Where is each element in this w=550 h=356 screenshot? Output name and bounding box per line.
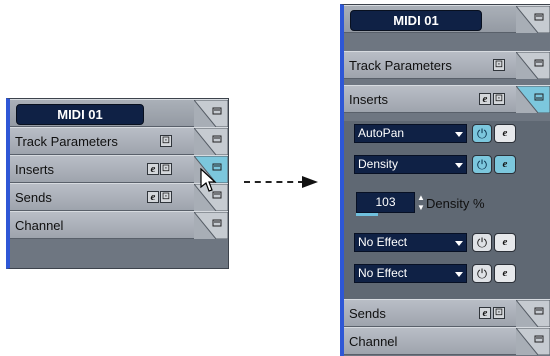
section-tab[interactable] xyxy=(194,212,228,239)
insert-slot-2-power-button[interactable]: ⏻ xyxy=(472,155,492,174)
insert-slot-4-edit-button[interactable]: e xyxy=(494,264,516,283)
insert-slot-effect: AutoPan xyxy=(358,126,405,140)
section-label: Channel xyxy=(349,334,398,349)
chevron-down-icon xyxy=(455,272,463,277)
section-inserts[interactable]: Inserts e ⊡ xyxy=(344,85,550,113)
inserts-panel: AutoPan ⏻ e Density ⏻ e 103 ▲ ▼ Density %… xyxy=(344,121,550,299)
section-label: Sends xyxy=(15,190,52,205)
bypass-icon[interactable]: ⊡ xyxy=(160,135,172,147)
section-tab[interactable] xyxy=(516,52,550,79)
collapse-tab[interactable] xyxy=(194,100,228,127)
insert-slot-4-power-button[interactable]: ⏻ xyxy=(472,264,492,283)
section-label: Inserts xyxy=(15,162,55,177)
edit-icon[interactable]: e xyxy=(147,191,159,203)
section-track-parameters[interactable]: Track Parameters ⊡ xyxy=(10,127,228,155)
section-label: Track Parameters xyxy=(349,58,452,73)
bypass-icon[interactable]: ⊡ xyxy=(493,93,505,105)
section-sends[interactable]: Sends e ⊡ xyxy=(10,183,228,211)
insert-slot-effect: No Effect xyxy=(358,266,408,280)
section-channel[interactable]: Channel xyxy=(10,211,228,239)
edit-icon[interactable]: e xyxy=(147,163,159,175)
density-value-field[interactable]: 103 xyxy=(356,192,415,213)
insert-slot-1-power-button[interactable]: ⏻ xyxy=(472,124,492,143)
insert-slot-3-power-button[interactable]: ⏻ xyxy=(472,233,492,252)
insert-slot-effect: Density xyxy=(358,157,399,171)
bypass-icon[interactable]: ⊡ xyxy=(493,307,505,319)
collapse-corner-icon xyxy=(516,86,550,113)
section-channel[interactable]: Channel xyxy=(344,327,550,355)
density-label: Density % xyxy=(426,196,485,211)
track-name-row[interactable]: MIDI 01 xyxy=(344,5,550,33)
insert-slot-2-edit-button[interactable]: e xyxy=(494,155,516,174)
arrow-head-icon xyxy=(302,176,318,188)
insert-slot-effect: No Effect xyxy=(358,235,408,249)
inspector-expanded: MIDI 01 Track Parameters ⊡ Inserts e ⊡ A… xyxy=(340,4,550,356)
bypass-icon[interactable]: ⊡ xyxy=(160,163,172,175)
expand-corner-icon xyxy=(194,128,228,155)
section-label: Track Parameters xyxy=(15,134,118,149)
section-tab[interactable] xyxy=(516,86,550,113)
mouse-pointer-icon xyxy=(200,168,217,192)
insert-slot-4-select[interactable]: No Effect xyxy=(354,264,467,283)
section-label: Sends xyxy=(349,306,386,321)
section-tab[interactable] xyxy=(194,128,228,155)
edit-icon[interactable]: e xyxy=(479,93,491,105)
insert-slot-1-edit-button[interactable]: e xyxy=(494,124,516,143)
section-tab[interactable] xyxy=(516,300,550,327)
section-inserts[interactable]: Inserts e ⊡ xyxy=(10,155,228,183)
value-spinner-icon[interactable]: ▲ ▼ xyxy=(417,193,426,213)
section-sends[interactable]: Sends e ⊡ xyxy=(344,299,550,327)
edit-icon[interactable]: e xyxy=(479,307,491,319)
track-name-field[interactable]: MIDI 01 xyxy=(16,104,144,125)
insert-slot-2-select[interactable]: Density xyxy=(354,155,467,174)
expand-corner-icon xyxy=(194,212,228,239)
expand-corner-icon xyxy=(516,328,550,355)
section-label: Inserts xyxy=(349,92,389,107)
transition-arrow xyxy=(244,181,304,183)
insert-slot-3-select[interactable]: No Effect xyxy=(354,233,467,252)
expand-corner-icon xyxy=(516,52,550,79)
section-tab[interactable] xyxy=(516,328,550,355)
chevron-down-icon xyxy=(455,163,463,168)
collapse-tab[interactable] xyxy=(516,6,550,33)
insert-slot-3-edit-button[interactable]: e xyxy=(494,233,516,252)
chevron-down-icon xyxy=(455,132,463,137)
track-name-field[interactable]: MIDI 01 xyxy=(350,10,482,31)
chevron-down-icon xyxy=(455,241,463,246)
density-value-bar xyxy=(356,213,378,216)
collapse-corner-icon xyxy=(194,100,228,127)
collapse-corner-icon xyxy=(516,6,550,33)
bypass-icon[interactable]: ⊡ xyxy=(493,59,505,71)
insert-slot-1-select[interactable]: AutoPan xyxy=(354,124,467,143)
inspector-collapsed: MIDI 01 Track Parameters ⊡ Inserts e ⊡ S… xyxy=(6,98,229,269)
bypass-icon[interactable]: ⊡ xyxy=(160,191,172,203)
expand-corner-icon xyxy=(516,300,550,327)
section-label: Channel xyxy=(15,218,64,233)
track-name-row[interactable]: MIDI 01 xyxy=(10,99,228,127)
section-track-parameters[interactable]: Track Parameters ⊡ xyxy=(344,51,550,79)
